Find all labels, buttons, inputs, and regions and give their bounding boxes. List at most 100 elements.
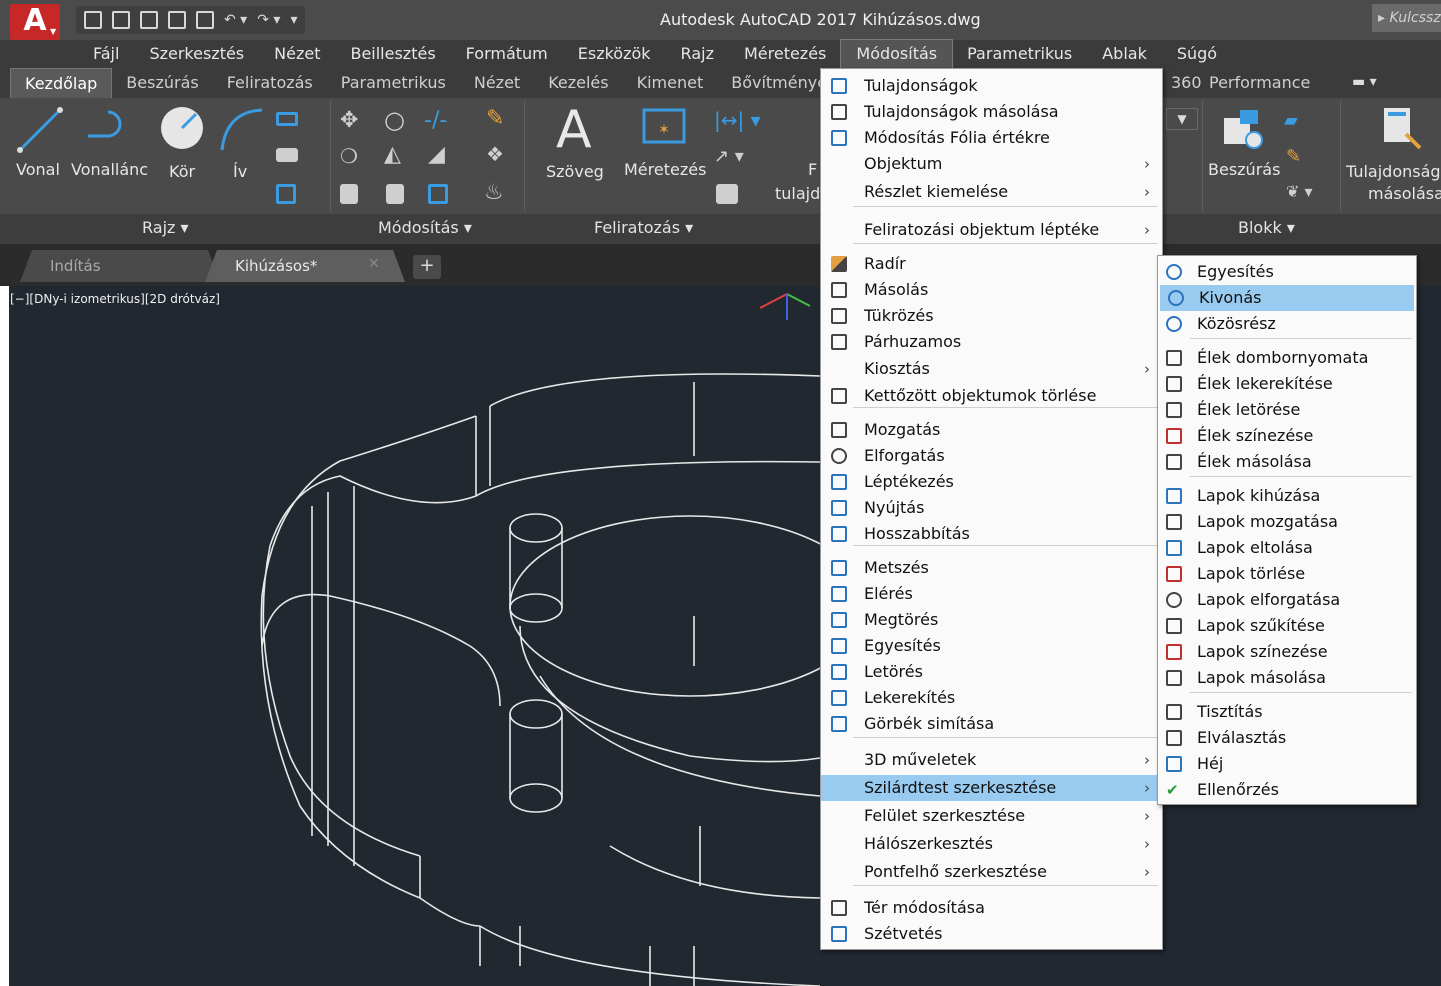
trim-icon[interactable]: -/- [424, 108, 447, 133]
create-block-icon[interactable]: ▰ [1284, 110, 1298, 131]
solid-edit-item-7[interactable]: Élek másolása [1158, 449, 1416, 475]
solid-edit-item-0[interactable]: Egyesítés [1158, 259, 1416, 285]
solid-edit-item-3[interactable]: Élek dombornyomata [1158, 345, 1416, 371]
leader-icon[interactable]: ↗ ▾ [714, 146, 744, 167]
modify-menu-item-18[interactable]: Elérés [821, 581, 1162, 607]
menu-4[interactable]: Formátum [451, 40, 563, 68]
polyline-icon[interactable] [84, 106, 132, 154]
ribbon-tab-3[interactable]: Parametrikus [327, 68, 460, 98]
modify-menu-item-17[interactable]: Metszés [821, 555, 1162, 581]
hatch-icon[interactable] [276, 148, 298, 162]
solid-edit-item-15[interactable]: Lapok másolása [1158, 665, 1416, 691]
ribbon-tab-5[interactable]: Kezelés [534, 68, 622, 98]
solid-edit-item-6[interactable]: Élek színezése [1158, 423, 1416, 449]
match-properties-label-2[interactable]: másolása [1368, 184, 1441, 203]
plot-icon[interactable] [196, 11, 214, 29]
modify-menu-item-22[interactable]: Lekerekítés [821, 685, 1162, 711]
layer-properties-label-top[interactable]: F [808, 160, 817, 179]
modify-menu-item-12[interactable]: Mozgatás [821, 417, 1162, 443]
modify-menu-item-13[interactable]: Elforgatás [821, 443, 1162, 469]
application-menu-button[interactable]: A ▼ [10, 4, 60, 40]
modify-menu-item-28[interactable]: Pontfelhő szerkesztése › [821, 859, 1162, 885]
ribbon-tab-performance[interactable]: Performance [1195, 68, 1324, 98]
fillet-icon[interactable]: ◢ [428, 142, 445, 167]
modify-menu-item-3[interactable]: Objektum › [821, 151, 1162, 177]
line-button[interactable]: Vonal [16, 160, 60, 179]
solid-edit-item-12[interactable]: Lapok elforgatása [1158, 587, 1416, 613]
solid-edit-item-5[interactable]: Élek letörése [1158, 397, 1416, 423]
modify-menu-item-0[interactable]: Tulajdonságok [821, 73, 1162, 99]
dimension-button[interactable]: Méretezés [624, 160, 706, 179]
block-attributes-icon[interactable]: ❦ ▾ [1286, 182, 1313, 201]
solid-edit-item-1[interactable]: Kivonás [1160, 285, 1414, 311]
solid-edit-item-2[interactable]: Közösrész [1158, 311, 1416, 337]
ribbon-tab-0[interactable]: Kezdőlap [10, 68, 113, 98]
explode-icon[interactable]: ❖ [486, 142, 504, 166]
modify-menu-item-6[interactable]: Radír [821, 251, 1162, 277]
close-tab-icon[interactable]: ✕ [368, 256, 380, 272]
new-tab-plus-icon[interactable]: + [413, 255, 441, 279]
modify-menu-item-16[interactable]: Hosszabbítás [821, 521, 1162, 547]
rotate-icon[interactable]: ○ [384, 106, 405, 134]
redo-icon[interactable]: ↷ ▾ [257, 12, 280, 28]
solid-edit-item-9[interactable]: Lapok mozgatása [1158, 509, 1416, 535]
solid-edit-item-4[interactable]: Élek lekerekítése [1158, 371, 1416, 397]
insert-block-icon[interactable] [1218, 104, 1266, 152]
solid-edit-item-10[interactable]: Lapok eltolása [1158, 535, 1416, 561]
qat-customize-icon[interactable]: ▾ [290, 12, 297, 28]
solid-edit-item-19[interactable]: ✔ Ellenőrzés [1158, 777, 1416, 803]
modify-menu-item-27[interactable]: Hálószerkesztés › [821, 831, 1162, 857]
modify-menu-item-20[interactable]: Egyesítés [821, 633, 1162, 659]
solid-edit-item-18[interactable]: Héj [1158, 751, 1416, 777]
solid-edit-item-13[interactable]: Lapok szűkítése [1158, 613, 1416, 639]
modify-menu-item-29[interactable]: Tér módosítása [821, 895, 1162, 921]
modify-menu-item-9[interactable]: Párhuzamos [821, 329, 1162, 355]
insert-button[interactable]: Beszúrás [1208, 160, 1280, 179]
undo-icon[interactable]: ↶ ▾ [224, 12, 247, 28]
modify-menu-item-23[interactable]: Görbék simítása [821, 711, 1162, 737]
layer-properties-label[interactable]: tulajd [775, 184, 820, 203]
circle-button[interactable]: Kör [169, 162, 195, 181]
modify-menu-item-14[interactable]: Léptékezés [821, 469, 1162, 495]
arc-button[interactable]: Ív [233, 162, 247, 181]
linear-dimension-icon[interactable]: |↔| ▾ [714, 108, 761, 132]
modify-menu-item-5[interactable]: Feliratozási objektum léptéke › [821, 217, 1162, 243]
erase-icon[interactable]: ✎ [486, 106, 504, 131]
modify-menu-item-8[interactable]: Tükrözés [821, 303, 1162, 329]
menu-5[interactable]: Eszközök [563, 40, 666, 68]
line-icon[interactable] [16, 106, 64, 154]
solid-edit-item-11[interactable]: Lapok törlése [1158, 561, 1416, 587]
panel-title-annotation[interactable]: Feliratozás ▾ [594, 218, 693, 237]
dimension-icon[interactable]: ✶ [640, 106, 688, 146]
offset-icon[interactable]: ♨ [484, 180, 504, 205]
modify-menu-item-2[interactable]: Módosítás Fólia értékre [821, 125, 1162, 151]
modify-menu-item-19[interactable]: Megtörés [821, 607, 1162, 633]
polyline-button[interactable]: Vonallánc [71, 160, 148, 179]
rectangle-icon[interactable] [276, 112, 298, 126]
scale-icon[interactable] [386, 184, 404, 204]
panel-title-block[interactable]: Blokk ▾ [1238, 218, 1295, 237]
text-icon[interactable]: A [556, 100, 592, 160]
open-file-icon[interactable] [112, 11, 130, 29]
stretch-icon[interactable] [340, 184, 358, 204]
menu-9[interactable]: Parametrikus [952, 40, 1087, 68]
edit-block-icon[interactable]: ✎ [1286, 146, 1301, 167]
solid-edit-item-17[interactable]: Elválasztás [1158, 725, 1416, 751]
text-button[interactable]: Szöveg [546, 162, 604, 181]
solid-edit-item-16[interactable]: Tisztítás [1158, 699, 1416, 725]
ribbon-tab-1[interactable]: Beszúrás [112, 68, 212, 98]
match-properties-label-1[interactable]: Tulajdonság [1346, 162, 1441, 181]
save-as-icon[interactable] [168, 11, 186, 29]
ribbon-tab-6[interactable]: Kimenet [623, 68, 718, 98]
menu-7[interactable]: Méretezés [729, 40, 841, 68]
mirror-icon[interactable]: ◭ [384, 142, 401, 167]
circle-icon[interactable] [158, 104, 206, 152]
modify-menu-item-26[interactable]: Felület szerkesztése › [821, 803, 1162, 829]
layer-dropdown[interactable]: ▼ [1166, 108, 1198, 130]
tab-start[interactable]: Indítás [20, 250, 220, 282]
match-properties-icon[interactable] [1380, 104, 1424, 152]
region-icon[interactable] [276, 184, 296, 204]
copy-icon[interactable]: ❍ [340, 144, 358, 168]
panel-title-modify[interactable]: Módosítás ▾ [378, 218, 472, 237]
modify-menu-item-1[interactable]: Tulajdonságok másolása [821, 99, 1162, 125]
